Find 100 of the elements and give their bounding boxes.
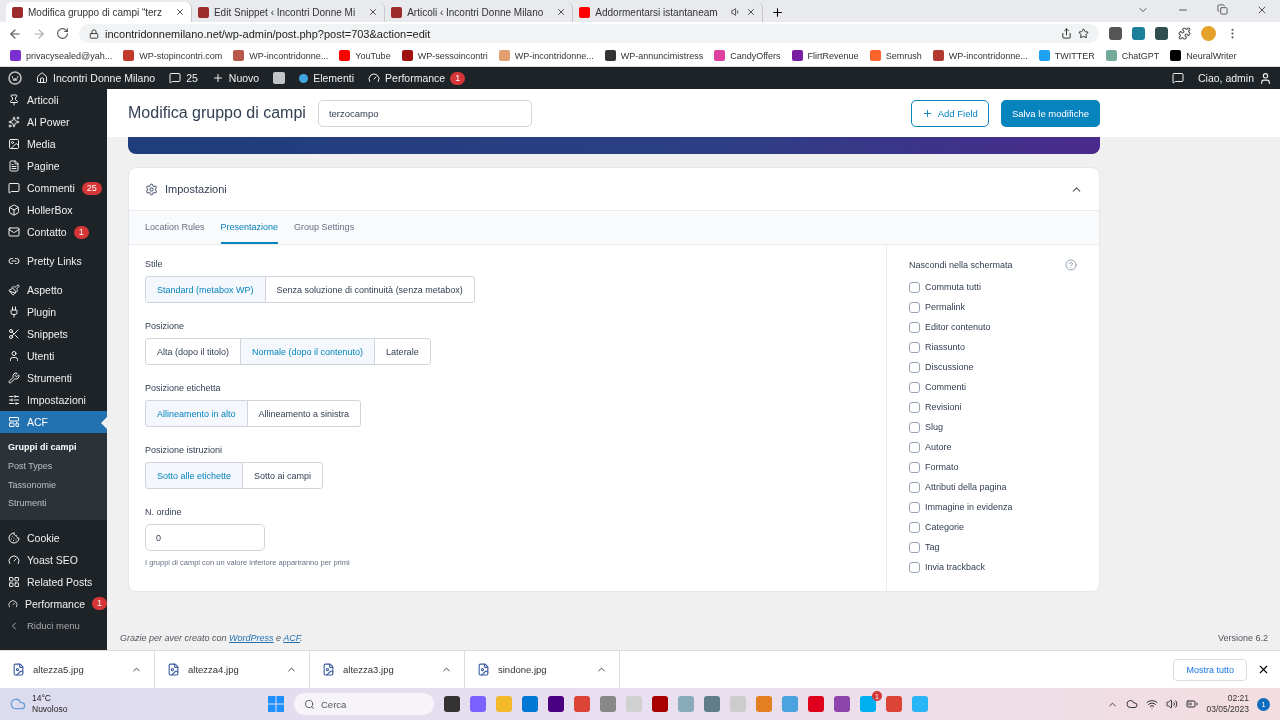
address-field[interactable]: incontridonnemilano.net/wp-admin/post.php?post=703&action=edit xyxy=(79,24,1099,43)
sidebar-item[interactable]: Plugin xyxy=(0,301,107,323)
save-button[interactable]: Salva le modifiche xyxy=(1000,99,1100,127)
settings-tab[interactable]: Group Settings xyxy=(294,211,355,244)
app-icon[interactable] xyxy=(444,696,460,712)
sidebar-item[interactable]: Utenti xyxy=(0,345,107,367)
share-icon[interactable] xyxy=(1061,28,1072,39)
bookmark[interactable]: WP-incontridonne... xyxy=(233,50,329,61)
star-icon[interactable] xyxy=(1078,28,1089,39)
extension-icon[interactable] xyxy=(1155,27,1168,40)
bookmark[interactable]: YouTube xyxy=(339,50,391,61)
close-icon[interactable] xyxy=(556,7,567,17)
bookmark[interactable]: WP-stopincontri.com xyxy=(123,50,223,61)
checkbox[interactable] xyxy=(909,501,920,513)
yoast-icon[interactable] xyxy=(273,72,286,84)
volume-icon[interactable] xyxy=(1166,698,1179,710)
sidebar-item[interactable]: Cookie xyxy=(0,526,107,549)
settings-tab[interactable]: Location Rules xyxy=(145,211,205,244)
checkbox[interactable] xyxy=(909,361,920,373)
option-button[interactable]: Allineamento a sinistra xyxy=(246,400,362,427)
option-button[interactable]: Allineamento in alto xyxy=(145,400,248,427)
app-icon[interactable] xyxy=(704,696,720,712)
sidebar-item[interactable]: ACF xyxy=(0,411,107,433)
sidebar-item[interactable]: Related Posts xyxy=(0,570,107,593)
clock[interactable]: 02:21 03/05/2023 xyxy=(1206,693,1249,715)
submenu-item[interactable]: Gruppi di campi xyxy=(0,438,107,457)
sidebar-item[interactable]: Pretty Links xyxy=(0,250,107,272)
checkbox[interactable] xyxy=(909,421,920,433)
checkbox[interactable] xyxy=(909,441,920,453)
weather-widget[interactable]: 14°C Nuvoloso xyxy=(10,693,258,715)
option-button[interactable]: Normale (dopo il contenuto) xyxy=(240,338,376,365)
order-field[interactable]: 0 xyxy=(145,524,265,551)
app-icon[interactable] xyxy=(834,696,850,712)
option-button[interactable]: Sotto alle etichette xyxy=(145,462,244,489)
start-icon[interactable] xyxy=(268,696,284,712)
bookmark[interactable]: Semrush xyxy=(869,50,922,61)
bookmark[interactable]: CandyOffers xyxy=(714,50,781,61)
app-icon[interactable] xyxy=(522,696,538,712)
checkbox[interactable] xyxy=(909,321,920,333)
checkbox[interactable] xyxy=(909,541,920,553)
option-button[interactable]: Alta (dopo il titolo) xyxy=(145,338,242,365)
option-button[interactable]: Laterale xyxy=(374,338,431,365)
sidebar-item[interactable]: Contatto 1 xyxy=(0,221,107,243)
bookmark[interactable]: FlirtRevenue xyxy=(791,50,859,61)
bookmark[interactable]: WP-incontridonne... xyxy=(498,50,594,61)
search-field[interactable]: Cerca xyxy=(294,693,434,715)
checkbox[interactable] xyxy=(909,341,920,353)
submenu-item[interactable]: Post Types xyxy=(0,456,107,476)
sidebar-item[interactable]: Impostazioni xyxy=(0,389,107,411)
sidebar-item[interactable]: Performance 1 xyxy=(0,592,107,615)
collapse-menu-button[interactable]: Riduci menu xyxy=(0,614,107,637)
sidebar-item[interactable]: Articoli xyxy=(0,89,107,111)
restore-icon[interactable] xyxy=(1217,3,1228,15)
sidebar-item[interactable]: Snippets xyxy=(0,323,107,345)
bookmark[interactable]: WP-sessoincontri xyxy=(401,50,488,61)
reload-icon[interactable] xyxy=(56,27,69,40)
settings-tab[interactable]: Presentazione xyxy=(220,211,279,244)
battery-icon[interactable] xyxy=(1186,698,1199,710)
extension-icon[interactable] xyxy=(1132,27,1145,40)
bookmark[interactable]: NeuralWriter xyxy=(1170,50,1237,61)
profile-avatar[interactable] xyxy=(1201,26,1216,41)
checkbox[interactable] xyxy=(909,521,920,533)
app-icon[interactable] xyxy=(470,696,486,712)
comments-link[interactable]: 25 xyxy=(169,72,198,84)
app-icon[interactable] xyxy=(860,696,876,712)
site-link[interactable]: Incontri Donne Milano xyxy=(36,72,156,84)
app-icon[interactable] xyxy=(808,696,824,712)
browser-tab[interactable]: Modifica gruppo di campi “terz xyxy=(6,2,192,22)
close-icon[interactable] xyxy=(745,7,756,17)
sidebar-item[interactable]: Media xyxy=(0,133,107,155)
bookmark[interactable]: privacysealed@yah... xyxy=(10,50,113,61)
sidebar-item[interactable]: Strumenti xyxy=(0,367,107,389)
extension-icon[interactable] xyxy=(1109,27,1122,40)
checkbox[interactable] xyxy=(909,281,920,293)
close-icon[interactable] xyxy=(368,7,379,17)
back-icon[interactable] xyxy=(8,26,22,41)
sidebar-item[interactable]: HollerBox xyxy=(0,199,107,221)
app-icon[interactable] xyxy=(782,696,798,712)
sidebar-item[interactable]: AI Power xyxy=(0,111,107,133)
sidebar-item[interactable]: Aspetto xyxy=(0,279,107,301)
submenu-item[interactable]: Strumenti xyxy=(0,494,107,513)
app-icon[interactable] xyxy=(886,696,902,712)
new-tab-icon[interactable] xyxy=(770,6,784,19)
checkbox[interactable] xyxy=(909,401,920,413)
help-icon[interactable] xyxy=(1065,259,1077,271)
sidebar-item[interactable]: Pagine xyxy=(0,155,107,177)
app-icon[interactable] xyxy=(756,696,772,712)
forward-icon[interactable] xyxy=(32,26,46,41)
elementi-link[interactable]: Elementi xyxy=(299,72,355,84)
new-link[interactable]: Nuovo xyxy=(211,72,260,84)
wordpress-logo-icon[interactable] xyxy=(8,71,22,85)
checkbox[interactable] xyxy=(909,561,920,573)
bookmark[interactable]: WP-incontridonne... xyxy=(932,50,1028,61)
puzzle-icon[interactable] xyxy=(1178,27,1191,40)
network-icon[interactable] xyxy=(1146,698,1159,710)
option-button[interactable]: Sotto ai campi xyxy=(242,462,324,489)
option-button[interactable]: Standard (metabox WP) xyxy=(145,276,266,303)
checkbox[interactable] xyxy=(909,481,920,493)
bookmark[interactable]: ChatGPT xyxy=(1105,50,1160,61)
app-icon[interactable] xyxy=(548,696,564,712)
